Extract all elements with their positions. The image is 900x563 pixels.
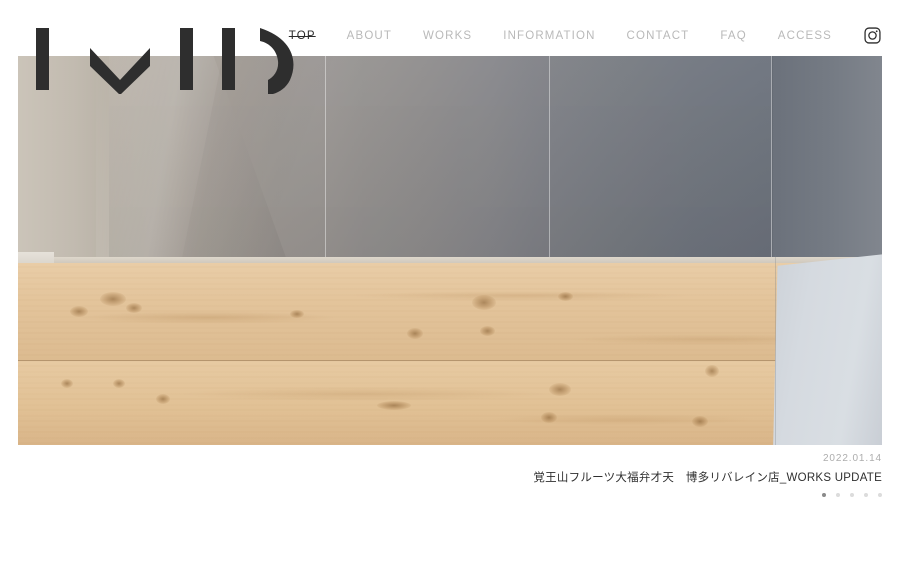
instagram-glyph: [864, 27, 881, 44]
wood-knot: [406, 328, 423, 340]
main-navigation: TOP ABOUT WORKS INFORMATION CONTACT FAQ …: [289, 26, 882, 45]
slider-dot[interactable]: [878, 493, 882, 497]
slider-pagination: [533, 493, 882, 497]
wood-knot: [126, 302, 142, 313]
wood-knot: [558, 291, 573, 301]
slider-dot[interactable]: [836, 493, 840, 497]
slider-dot[interactable]: [822, 493, 826, 497]
wood-knot: [290, 309, 305, 318]
instagram-icon[interactable]: [863, 26, 882, 45]
wall-panel-seam: [549, 56, 551, 258]
hero-image: [18, 56, 882, 445]
logo-mark-icon: [36, 28, 294, 95]
wood-grain-figure: [18, 262, 882, 445]
wood-knot: [691, 415, 708, 427]
wood-knot: [156, 393, 171, 404]
wall-return-right: [771, 56, 882, 258]
imid-logo[interactable]: IMID: [28, 22, 308, 95]
nav-item-faq[interactable]: FAQ: [720, 29, 746, 43]
page-root: IMID TOP ABOUT WORKS INFORMATION CONTACT…: [0, 0, 900, 563]
wall-panel-seam: [771, 56, 773, 258]
slider-dot[interactable]: [864, 493, 868, 497]
white-panel-edge: [774, 255, 776, 445]
wood-knot: [100, 291, 127, 306]
wood-knot: [704, 364, 719, 377]
wood-knot: [540, 412, 557, 424]
slide-title[interactable]: 覚王山フルーツ大福弁才天 博多リバレイン店_WORKS UPDATE: [533, 470, 882, 486]
nav-item-works[interactable]: WORKS: [423, 29, 472, 43]
hero-slider[interactable]: [18, 56, 882, 445]
wall-panel-seam: [324, 56, 326, 258]
slide-date: 2022.01.14: [822, 453, 882, 464]
nav-item-contact[interactable]: CONTACT: [627, 29, 690, 43]
slide-caption: 2022.01.14 覚王山フルーツ大福弁才天 博多リバレイン店_WORKS U…: [533, 452, 882, 497]
wood-knot: [376, 401, 411, 411]
slider-dot[interactable]: [850, 493, 854, 497]
nav-item-access[interactable]: ACCESS: [778, 29, 832, 43]
white-wall-panel-right: [773, 254, 882, 445]
nav-item-information[interactable]: INFORMATION: [503, 29, 595, 43]
wood-floor: [18, 262, 882, 445]
nav-item-about[interactable]: ABOUT: [347, 29, 392, 43]
